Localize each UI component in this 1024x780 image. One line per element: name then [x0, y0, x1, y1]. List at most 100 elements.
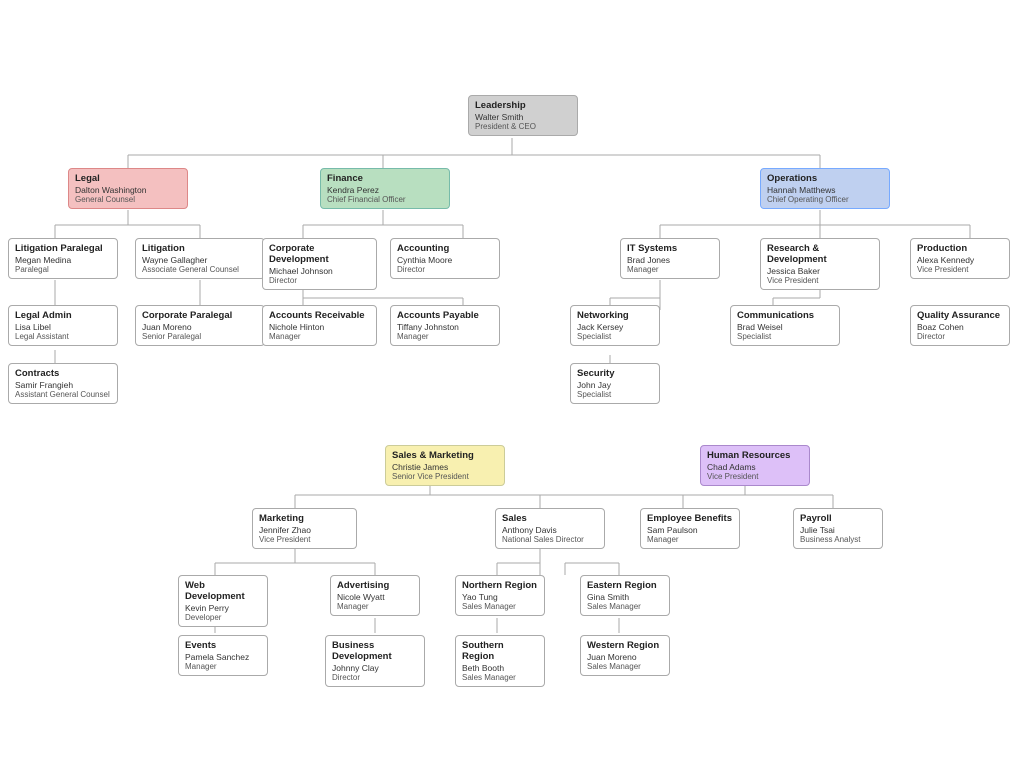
litigation-name: Wayne Gallagher	[142, 255, 258, 265]
southern-region-role: Sales Manager	[462, 673, 538, 682]
node-events: Events Pamela Sanchez Manager	[178, 635, 268, 676]
legal-title: Legal	[75, 173, 181, 184]
accts-receivable-role: Manager	[269, 332, 370, 341]
legal-admin-title: Legal Admin	[15, 310, 111, 321]
sales-marketing-name: Christie James	[392, 462, 498, 472]
node-finance: Finance Kendra Perez Chief Financial Off…	[320, 168, 450, 209]
node-legal: Legal Dalton Washington General Counsel	[68, 168, 188, 209]
communications-role: Specialist	[737, 332, 833, 341]
node-human-resources: Human Resources Chad Adams Vice Presiden…	[700, 445, 810, 486]
node-marketing: Marketing Jennifer Zhao Vice President	[252, 508, 357, 549]
eastern-region-title: Eastern Region	[587, 580, 663, 591]
accts-payable-title: Accounts Payable	[397, 310, 493, 321]
node-operations: Operations Hannah Matthews Chief Operati…	[760, 168, 890, 209]
legal-admin-role: Legal Assistant	[15, 332, 111, 341]
node-research-dev: Research & Development Jessica Baker Vic…	[760, 238, 880, 290]
employee-benefits-role: Manager	[647, 535, 733, 544]
web-dev-name: Kevin Perry	[185, 603, 261, 613]
networking-name: Jack Kersey	[577, 322, 653, 332]
eastern-region-name: Gina Smith	[587, 592, 663, 602]
node-quality-assurance: Quality Assurance Boaz Cohen Director	[910, 305, 1010, 346]
quality-assurance-name: Boaz Cohen	[917, 322, 1003, 332]
sales-title: Sales	[502, 513, 598, 524]
leadership-role: President & CEO	[475, 122, 571, 131]
node-litigation: Litigation Wayne Gallagher Associate Gen…	[135, 238, 265, 279]
human-resources-role: Vice President	[707, 472, 803, 481]
leadership-title: Leadership	[475, 100, 571, 111]
node-production: Production Alexa Kennedy Vice President	[910, 238, 1010, 279]
accts-payable-name: Tiffany Johnston	[397, 322, 493, 332]
sales-name: Anthony Davis	[502, 525, 598, 535]
corp-paralegal-name: Juan Moreno	[142, 322, 258, 332]
networking-title: Networking	[577, 310, 653, 321]
security-name: John Jay	[577, 380, 653, 390]
node-southern-region: Southern Region Beth Booth Sales Manager	[455, 635, 545, 687]
accounting-name: Cynthia Moore	[397, 255, 493, 265]
corp-paralegal-title: Corporate Paralegal	[142, 310, 258, 321]
human-resources-name: Chad Adams	[707, 462, 803, 472]
leadership-name: Walter Smith	[475, 112, 571, 122]
quality-assurance-title: Quality Assurance	[917, 310, 1003, 321]
sales-marketing-role: Senior Vice President	[392, 472, 498, 481]
research-dev-role: Vice President	[767, 276, 873, 285]
southern-region-name: Beth Booth	[462, 663, 538, 673]
litigation-paralegal-role: Paralegal	[15, 265, 111, 274]
web-dev-role: Developer	[185, 613, 261, 622]
human-resources-title: Human Resources	[707, 450, 803, 461]
western-region-role: Sales Manager	[587, 662, 663, 671]
node-contracts: Contracts Samir Frangieh Assistant Gener…	[8, 363, 118, 404]
corp-paralegal-role: Senior Paralegal	[142, 332, 258, 341]
node-leadership: Leadership Walter Smith President & CEO	[468, 95, 578, 136]
accounting-role: Director	[397, 265, 493, 274]
security-title: Security	[577, 368, 653, 379]
finance-name: Kendra Perez	[327, 185, 443, 195]
node-sales: Sales Anthony Davis National Sales Direc…	[495, 508, 605, 549]
litigation-paralegal-name: Megan Medina	[15, 255, 111, 265]
employee-benefits-name: Sam Paulson	[647, 525, 733, 535]
payroll-name: Julie Tsai	[800, 525, 876, 535]
events-title: Events	[185, 640, 261, 651]
advertising-name: Nicole Wyatt	[337, 592, 413, 602]
communications-title: Communications	[737, 310, 833, 321]
operations-title: Operations	[767, 173, 883, 184]
legal-admin-name: Lisa Libel	[15, 322, 111, 332]
node-employee-benefits: Employee Benefits Sam Paulson Manager	[640, 508, 740, 549]
node-accounting: Accounting Cynthia Moore Director	[390, 238, 500, 279]
node-accts-payable: Accounts Payable Tiffany Johnston Manage…	[390, 305, 500, 346]
node-security: Security John Jay Specialist	[570, 363, 660, 404]
node-eastern-region: Eastern Region Gina Smith Sales Manager	[580, 575, 670, 616]
contracts-title: Contracts	[15, 368, 111, 379]
node-accts-receivable: Accounts Receivable Nichole Hinton Manag…	[262, 305, 377, 346]
node-business-dev: Business Development Johnny Clay Directo…	[325, 635, 425, 687]
node-payroll: Payroll Julie Tsai Business Analyst	[793, 508, 883, 549]
northern-region-role: Sales Manager	[462, 602, 538, 611]
web-dev-title: Web Development	[185, 580, 261, 602]
events-role: Manager	[185, 662, 261, 671]
payroll-role: Business Analyst	[800, 535, 876, 544]
business-dev-role: Director	[332, 673, 418, 682]
research-dev-title: Research & Development	[767, 243, 873, 265]
it-systems-name: Brad Jones	[627, 255, 713, 265]
accts-receivable-title: Accounts Receivable	[269, 310, 370, 321]
node-litigation-paralegal: Litigation Paralegal Megan Medina Parale…	[8, 238, 118, 279]
node-corp-paralegal: Corporate Paralegal Juan Moreno Senior P…	[135, 305, 265, 346]
business-dev-title: Business Development	[332, 640, 418, 662]
legal-name: Dalton Washington	[75, 185, 181, 195]
production-name: Alexa Kennedy	[917, 255, 1003, 265]
events-name: Pamela Sanchez	[185, 652, 261, 662]
accts-receivable-name: Nichole Hinton	[269, 322, 370, 332]
northern-region-name: Yao Tung	[462, 592, 538, 602]
node-web-dev: Web Development Kevin Perry Developer	[178, 575, 268, 627]
operations-name: Hannah Matthews	[767, 185, 883, 195]
node-it-systems: IT Systems Brad Jones Manager	[620, 238, 720, 279]
accounting-title: Accounting	[397, 243, 493, 254]
corp-dev-role: Director	[269, 276, 370, 285]
accts-payable-role: Manager	[397, 332, 493, 341]
southern-region-title: Southern Region	[462, 640, 538, 662]
operations-role: Chief Operating Officer	[767, 195, 883, 204]
contracts-role: Assistant General Counsel	[15, 390, 111, 399]
production-title: Production	[917, 243, 1003, 254]
node-legal-admin: Legal Admin Lisa Libel Legal Assistant	[8, 305, 118, 346]
node-advertising: Advertising Nicole Wyatt Manager	[330, 575, 420, 616]
production-role: Vice President	[917, 265, 1003, 274]
